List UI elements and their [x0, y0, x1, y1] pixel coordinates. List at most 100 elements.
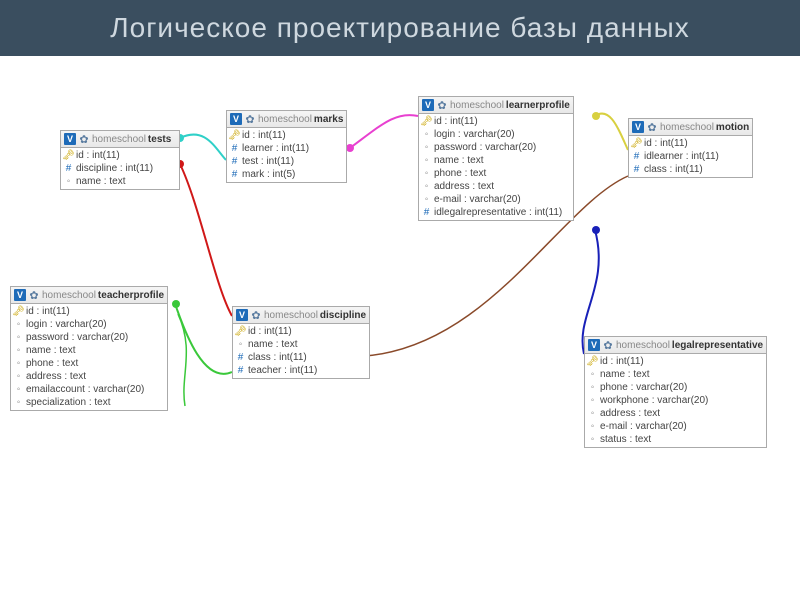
column-row[interactable]: ◦specialization : text	[11, 396, 167, 409]
column-row[interactable]: ◦name : text	[11, 344, 167, 357]
dot-icon: ◦	[422, 155, 431, 166]
column-name: e-mail : varchar(20)	[600, 421, 687, 432]
view-icon: V	[422, 99, 434, 111]
rel-discipline-teacher-2	[178, 314, 186, 406]
column-row[interactable]: ◦phone : varchar(20)	[585, 381, 766, 394]
column-row[interactable]: #class : int(11)	[629, 163, 752, 176]
column-row[interactable]: 🗝id : int(11)	[61, 149, 179, 162]
page-title: Логическое проектирование базы данных	[0, 0, 800, 56]
column-row[interactable]: ◦emailaccount : varchar(20)	[11, 383, 167, 396]
hash-icon: #	[230, 156, 239, 167]
gear-icon[interactable]	[436, 99, 448, 111]
column-row[interactable]: 🗝id : int(11)	[227, 129, 346, 142]
column-row[interactable]: 🗝id : int(11)	[11, 305, 167, 318]
column-row[interactable]: #teacher : int(11)	[233, 364, 369, 377]
column-name: mark : int(5)	[242, 169, 295, 180]
column-row[interactable]: ◦name : text	[585, 368, 766, 381]
table-header[interactable]: Vhomeschool legalrepresentative	[585, 337, 766, 354]
column-name: phone : text	[434, 168, 486, 179]
column-list: 🗝id : int(11)◦login : varchar(20)◦passwo…	[11, 304, 167, 410]
gear-icon[interactable]	[244, 113, 256, 125]
schema-name: homeschool	[616, 340, 670, 351]
column-row[interactable]: 🗝id : int(11)	[419, 115, 573, 128]
column-row[interactable]: ◦phone : text	[419, 167, 573, 180]
column-row[interactable]: #test : int(11)	[227, 155, 346, 168]
table-header[interactable]: Vhomeschool discipline	[233, 307, 369, 324]
column-row[interactable]: ◦password : varchar(20)	[419, 141, 573, 154]
column-row[interactable]: ◦name : text	[419, 154, 573, 167]
column-name: teacher : int(11)	[248, 365, 317, 376]
table-header[interactable]: Vhomeschool tests	[61, 131, 179, 148]
gear-icon[interactable]	[78, 133, 90, 145]
column-name: address : text	[26, 371, 86, 382]
column-name: address : text	[600, 408, 660, 419]
column-row[interactable]: ◦workphone : varchar(20)	[585, 394, 766, 407]
column-name: discipline : int(11)	[76, 163, 153, 174]
key-icon: 🗝	[64, 150, 73, 161]
table-marks[interactable]: Vhomeschool marks🗝id : int(11)#learner :…	[226, 110, 347, 183]
column-row[interactable]: #discipline : int(11)	[61, 162, 179, 175]
table-header[interactable]: Vhomeschool learnerprofile	[419, 97, 573, 114]
gear-icon[interactable]	[250, 309, 262, 321]
table-header[interactable]: Vhomeschool teacherprofile	[11, 287, 167, 304]
knob	[172, 300, 180, 308]
schema-name: homeschool	[258, 114, 312, 125]
column-row[interactable]: 🗝id : int(11)	[233, 325, 369, 338]
column-row[interactable]: ◦e-mail : varchar(20)	[585, 420, 766, 433]
dot-icon: ◦	[588, 408, 597, 419]
column-row[interactable]: 🗝id : int(11)	[629, 137, 752, 150]
column-name: id : int(11)	[600, 356, 644, 367]
table-name: learnerprofile	[506, 100, 570, 111]
key-icon: 🗝	[236, 326, 245, 337]
column-row[interactable]: ◦phone : text	[11, 357, 167, 370]
table-header[interactable]: Vhomeschool marks	[227, 111, 346, 128]
column-row[interactable]: 🗝id : int(11)	[585, 355, 766, 368]
table-header[interactable]: Vhomeschool motion	[629, 119, 752, 136]
column-row[interactable]: #idlearner : int(11)	[629, 150, 752, 163]
column-row[interactable]: ◦address : text	[585, 407, 766, 420]
table-motion[interactable]: Vhomeschool motion🗝id : int(11)#idlearne…	[628, 118, 753, 178]
view-icon: V	[230, 113, 242, 125]
column-row[interactable]: ◦name : text	[61, 175, 179, 188]
key-icon: 🗝	[632, 138, 641, 149]
column-name: name : text	[248, 339, 297, 350]
gear-icon[interactable]	[646, 121, 658, 133]
table-name: discipline	[320, 310, 366, 321]
column-list: 🗝id : int(11)◦name : text#class : int(11…	[233, 324, 369, 378]
column-row[interactable]: ◦login : varchar(20)	[419, 128, 573, 141]
column-row[interactable]: ◦name : text	[233, 338, 369, 351]
hash-icon: #	[632, 151, 641, 162]
table-teacherprofile[interactable]: Vhomeschool teacherprofile🗝id : int(11)◦…	[10, 286, 168, 411]
column-row[interactable]: ◦address : text	[419, 180, 573, 193]
column-name: emailaccount : varchar(20)	[26, 384, 144, 395]
column-row[interactable]: #class : int(11)	[233, 351, 369, 364]
column-name: class : int(11)	[644, 164, 703, 175]
column-row[interactable]: ◦e-mail : varchar(20)	[419, 193, 573, 206]
gear-icon[interactable]	[602, 339, 614, 351]
column-name: login : varchar(20)	[434, 129, 515, 140]
er-diagram-canvas: Vhomeschool tests🗝id : int(11)#disciplin…	[0, 56, 800, 566]
column-row[interactable]: ◦address : text	[11, 370, 167, 383]
column-name: workphone : varchar(20)	[600, 395, 708, 406]
view-icon: V	[588, 339, 600, 351]
column-name: id : int(11)	[26, 306, 70, 317]
table-legalrepresentative[interactable]: Vhomeschool legalrepresentative🗝id : int…	[584, 336, 767, 448]
column-row[interactable]: #idlegalrepresentative : int(11)	[419, 206, 573, 219]
view-icon: V	[632, 121, 644, 133]
table-tests[interactable]: Vhomeschool tests🗝id : int(11)#disciplin…	[60, 130, 180, 190]
column-row[interactable]: ◦login : varchar(20)	[11, 318, 167, 331]
column-row[interactable]: ◦password : varchar(20)	[11, 331, 167, 344]
gear-icon[interactable]	[28, 289, 40, 301]
table-discipline[interactable]: Vhomeschool discipline🗝id : int(11)◦name…	[232, 306, 370, 379]
dot-icon: ◦	[64, 176, 73, 187]
column-row[interactable]: #mark : int(5)	[227, 168, 346, 181]
table-learnerprofile[interactable]: Vhomeschool learnerprofile🗝id : int(11)◦…	[418, 96, 574, 221]
view-icon: V	[64, 133, 76, 145]
column-name: name : text	[600, 369, 649, 380]
column-row[interactable]: ◦status : text	[585, 433, 766, 446]
column-name: idlegalrepresentative : int(11)	[434, 207, 562, 218]
key-icon: 🗝	[422, 116, 431, 127]
column-row[interactable]: #learner : int(11)	[227, 142, 346, 155]
dot-icon: ◦	[14, 384, 23, 395]
schema-name: homeschool	[660, 122, 714, 133]
